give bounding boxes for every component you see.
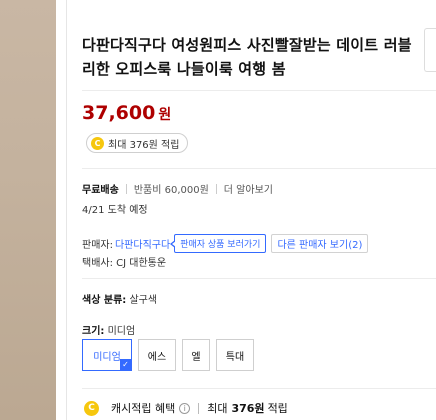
- arrival-date: 4/21 도착 예정: [82, 205, 148, 216]
- divider: [82, 168, 436, 169]
- size-option-label: 미디엄: [93, 351, 121, 363]
- size-option-label: 엘: [191, 351, 201, 363]
- color-value: 살구색: [129, 295, 158, 306]
- cash-max-prefix: 최대: [207, 402, 228, 415]
- divider: [82, 90, 436, 91]
- size-option-label: 에스: [147, 351, 167, 363]
- separator: [125, 183, 127, 194]
- cash-amount: 376원: [231, 402, 265, 415]
- cash-suffix: 적립: [267, 402, 288, 415]
- coin-icon: C: [84, 400, 99, 416]
- divider: [66, 0, 67, 420]
- seller-products-button[interactable]: 판매자 상품 보러가기: [170, 234, 267, 253]
- separator: [198, 402, 200, 414]
- product-image[interactable]: [0, 0, 56, 420]
- courier-info: 택배사: CJ 대한통운: [82, 258, 167, 269]
- size-option-xlarge[interactable]: 특대: [216, 339, 254, 371]
- divider: [82, 388, 436, 389]
- size-label: 크기:: [82, 326, 105, 337]
- size-options: 미디엄 ✓ 에스 엘 특대: [82, 339, 254, 371]
- product-title: 다판다직구다 여성원피스 사진빨잘받는 데이트 러블리한 오피스룩 나들이룩 여…: [82, 36, 412, 78]
- seller-label: 판매자:: [82, 240, 113, 251]
- seller-name-link[interactable]: 다판다직구다: [115, 236, 170, 251]
- separator: [215, 183, 217, 194]
- share-button[interactable]: [424, 28, 436, 72]
- size-option-small[interactable]: 에스: [138, 339, 176, 371]
- shipping-info: 무료배송 반품비 60,000원 더 알아보기: [82, 181, 273, 196]
- cash-reward: C 캐시적립 혜택 i 최대 376원 적립: [84, 400, 288, 416]
- size-option: 크기: 미디엄: [82, 322, 135, 337]
- return-fee: 반품비 60,000원: [133, 185, 209, 196]
- more-info-link[interactable]: 더 알아보기: [224, 181, 273, 196]
- size-value: 미디엄: [107, 326, 136, 337]
- price: 37,600 원: [82, 102, 171, 124]
- info-icon[interactable]: i: [179, 402, 191, 414]
- coin-icon: C: [91, 136, 104, 150]
- reward-text: 최대 376원 적립: [108, 139, 180, 151]
- other-sellers-button[interactable]: 다른 판매자 보기(2): [271, 234, 369, 253]
- size-option-medium[interactable]: 미디엄 ✓: [82, 339, 132, 371]
- color-label: 색상 분류:: [82, 295, 127, 306]
- price-amount: 37,600: [82, 102, 156, 124]
- size-option-large[interactable]: 엘: [182, 339, 210, 371]
- seller-info: 판매자: 다판다직구다 판매자 상품 보러가기 다른 판매자 보기(2): [82, 234, 369, 253]
- free-shipping-label: 무료배송: [82, 185, 119, 196]
- check-icon: ✓: [120, 359, 131, 370]
- divider: [82, 278, 436, 279]
- size-option-label: 특대: [225, 351, 245, 363]
- cash-reward-label: 캐시적립 혜택: [111, 402, 176, 415]
- price-currency: 원: [158, 107, 172, 123]
- color-option: 색상 분류: 살구색: [82, 291, 157, 306]
- reward-badge: C 최대 376원 적립: [86, 133, 189, 153]
